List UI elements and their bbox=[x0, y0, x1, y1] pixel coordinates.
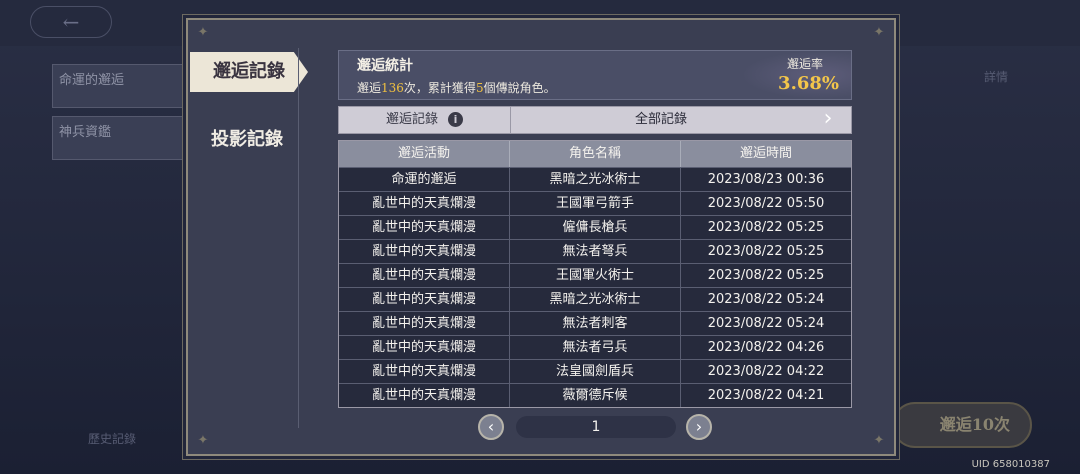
chevron-left-icon: ‹ bbox=[487, 417, 495, 436]
cell-time: 2023/08/23 00:36 bbox=[707, 172, 825, 187]
table-row: 亂世中的天真爛漫 黑暗之光冰術士 2023/08/22 05:24 bbox=[339, 287, 851, 311]
gacha-record-table: 邂逅活動 角色名稱 邂逅時間 命運的邂逅 黑暗之光冰術士 2023/08/23 00… bbox=[338, 140, 852, 408]
sidebar-divider bbox=[298, 48, 299, 428]
cell-event: 亂世中的天真爛漫 bbox=[339, 336, 510, 359]
cell-time: 2023/08/22 05:25 bbox=[707, 244, 825, 259]
background-summon-button: 邂逅10次 bbox=[892, 402, 1032, 448]
background-banner-label: 神兵資鑑 bbox=[59, 125, 112, 140]
table-row: 亂世中的天真爛漫 無法者弓兵 2023/08/22 04:26 bbox=[339, 335, 851, 359]
corner-ornament-icon: ✦ bbox=[197, 433, 209, 448]
header-character: 角色名稱 bbox=[510, 141, 681, 167]
table-row: 亂世中的天真爛漫 法皇國劍盾兵 2023/08/22 04:22 bbox=[339, 359, 851, 383]
cell-character: 王國軍火術士 bbox=[510, 264, 681, 287]
arrow-left-icon: ← bbox=[62, 10, 80, 34]
chevron-right-icon[interactable]: › bbox=[813, 107, 843, 133]
cell-event: 亂世中的天真爛漫 bbox=[339, 264, 510, 287]
cell-time: 2023/08/22 04:21 bbox=[707, 388, 825, 403]
cell-time: 2023/08/22 05:25 bbox=[707, 220, 825, 235]
cell-time: 2023/08/22 05:24 bbox=[707, 316, 825, 331]
stats-desc-suffix: 個傳說角色。 bbox=[483, 81, 556, 95]
cell-time: 2023/08/22 04:22 bbox=[707, 364, 825, 379]
cell-time: 2023/08/22 04:26 bbox=[707, 340, 825, 355]
pull-count: 136 bbox=[381, 81, 404, 95]
header-event: 邂逅活動 bbox=[339, 141, 510, 167]
page-number: 1 bbox=[516, 416, 676, 438]
table-row: 亂世中的天真爛漫 薇爾德斥候 2023/08/22 04:21 bbox=[339, 383, 851, 407]
cell-event: 亂世中的天真爛漫 bbox=[339, 312, 510, 335]
cell-event: 亂世中的天真爛漫 bbox=[339, 216, 510, 239]
cell-character: 薇爾德斥候 bbox=[510, 384, 681, 407]
cell-character: 法皇國劍盾兵 bbox=[510, 360, 681, 383]
corner-ornament-icon: ✦ bbox=[873, 25, 885, 40]
next-page-button[interactable]: › bbox=[686, 414, 712, 440]
background-banner-tile: 神兵資鑑 bbox=[52, 116, 190, 160]
filter-label-group: 邂逅記錄 i bbox=[339, 107, 511, 133]
cell-character: 無法者刺客 bbox=[510, 312, 681, 335]
cell-time: 2023/08/22 05:25 bbox=[707, 268, 825, 283]
record-filter-bar: 邂逅記錄 i 全部記錄 › bbox=[338, 106, 852, 134]
header-time: 邂逅時間 bbox=[739, 146, 792, 161]
cell-character: 無法者弩兵 bbox=[510, 240, 681, 263]
uid-label: UID 658010387 bbox=[971, 459, 1050, 470]
cell-event: 亂世中的天真爛漫 bbox=[339, 288, 510, 311]
cell-event: 命運的邂逅 bbox=[339, 168, 510, 191]
background-banner-tile: 命運的邂逅 bbox=[52, 64, 190, 108]
corner-ornament-icon: ✦ bbox=[873, 433, 885, 448]
tab-projection-record[interactable]: 投影記錄 bbox=[188, 120, 306, 160]
gacha-stats-panel: 邂逅統計 邂逅136次，累計獲得5個傳說角色。 邂逅率 3.68% bbox=[338, 50, 852, 100]
background-detail-label: 詳情 bbox=[984, 70, 1009, 84]
background-history-label: 歷史記錄 bbox=[88, 432, 137, 446]
table-row: 亂世中的天真爛漫 王國軍火術士 2023/08/22 05:25 bbox=[339, 263, 851, 287]
cell-event: 亂世中的天真爛漫 bbox=[339, 240, 510, 263]
back-button: ← bbox=[30, 6, 112, 38]
table-row: 亂世中的天真爛漫 無法者刺客 2023/08/22 05:24 bbox=[339, 311, 851, 335]
rate-value: 3.68% bbox=[778, 73, 839, 94]
cell-event: 亂世中的天真爛漫 bbox=[339, 192, 510, 215]
table-row: 亂世中的天真爛漫 王國軍弓箭手 2023/08/22 05:50 bbox=[339, 191, 851, 215]
table-row: 亂世中的天真爛漫 僱傭長槍兵 2023/08/22 05:25 bbox=[339, 215, 851, 239]
chevron-right-icon: › bbox=[695, 417, 703, 436]
corner-ornament-icon: ✦ bbox=[197, 25, 209, 40]
cell-character: 黑暗之光冰術士 bbox=[510, 288, 681, 311]
cell-character: 無法者弓兵 bbox=[510, 336, 681, 359]
cell-time: 2023/08/22 05:24 bbox=[707, 292, 825, 307]
cell-character: 黑暗之光冰術士 bbox=[510, 168, 681, 191]
filter-selected[interactable]: 全部記錄 bbox=[511, 107, 811, 133]
stats-title: 邂逅統計 bbox=[357, 58, 413, 74]
tab-gacha-record[interactable]: 邂逅記錄 bbox=[190, 52, 308, 92]
cell-character: 僱傭長槍兵 bbox=[510, 216, 681, 239]
filter-label: 邂逅記錄 bbox=[385, 112, 438, 127]
table-row: 亂世中的天真爛漫 無法者弩兵 2023/08/22 05:25 bbox=[339, 239, 851, 263]
cell-event: 亂世中的天真爛漫 bbox=[339, 360, 510, 383]
gacha-record-modal: ✦ ✦ ✦ ✦ 邂逅記錄 投影記錄 邂逅統計 邂逅136次，累計獲得5個傳說角色… bbox=[186, 18, 896, 456]
legendary-count: 5 bbox=[475, 81, 484, 95]
prev-page-button[interactable]: ‹ bbox=[478, 414, 504, 440]
table-row: 命運的邂逅 黑暗之光冰術士 2023/08/23 00:36 bbox=[339, 167, 851, 191]
rate-label: 邂逅率 bbox=[786, 57, 823, 71]
table-header: 邂逅活動 角色名稱 邂逅時間 bbox=[339, 141, 851, 167]
background-banner-label: 命運的邂逅 bbox=[59, 73, 125, 88]
cell-event: 亂世中的天真爛漫 bbox=[339, 384, 510, 407]
stats-desc-mid: 次，累計獲得 bbox=[403, 81, 476, 95]
stats-description: 邂逅136次，累計獲得5個傳說角色。 bbox=[357, 79, 556, 96]
stats-desc-prefix: 邂逅 bbox=[357, 81, 382, 95]
cell-character: 王國軍弓箭手 bbox=[510, 192, 681, 215]
info-icon[interactable]: i bbox=[448, 112, 463, 127]
cell-time: 2023/08/22 05:50 bbox=[707, 196, 825, 211]
